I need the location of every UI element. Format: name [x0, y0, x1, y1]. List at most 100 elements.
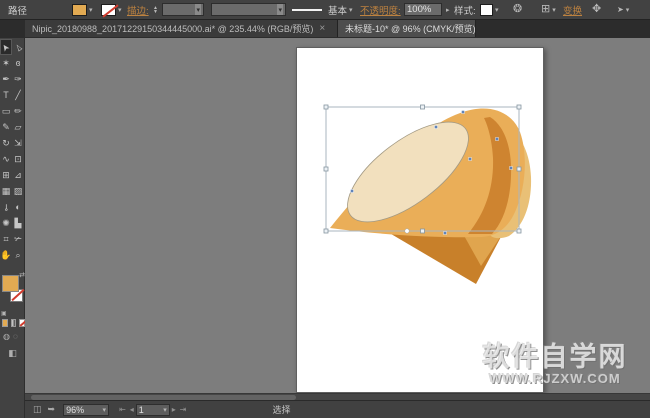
- object-type-label: 路径: [8, 3, 27, 17]
- chevron-down-icon[interactable]: ▾: [277, 4, 283, 15]
- opacity-panel-link[interactable]: 不透明度:: [360, 3, 401, 17]
- status-bar-icon-1[interactable]: ◫: [33, 404, 42, 415]
- perspective-grid-tool[interactable]: ⊿: [12, 167, 24, 183]
- next-artboard-icon[interactable]: ▸: [172, 405, 176, 414]
- shape-builder-tool[interactable]: ⊞: [0, 167, 12, 183]
- default-fill-stroke-icon[interactable]: ▣: [1, 310, 7, 317]
- drawing-mode-buttons: ◍ ◌: [0, 332, 25, 341]
- previous-artboard-icon[interactable]: ◂: [130, 405, 134, 414]
- first-artboard-icon[interactable]: ⇤: [119, 405, 126, 414]
- stroke-panel-link[interactable]: 描边:: [127, 3, 149, 17]
- opacity-stepper-icon[interactable]: ▸: [446, 6, 450, 14]
- hand-tool[interactable]: ✋: [0, 247, 12, 263]
- document-tab-active[interactable]: 未标题-10* @ 96% (CMYK/预览) ×: [338, 20, 476, 37]
- eyedropper-tool-icon: ⊸: [0, 203, 11, 211]
- gradient-button[interactable]: [11, 319, 17, 327]
- arrange-documents-icon[interactable]: ✥: [592, 3, 601, 16]
- last-artboard-icon[interactable]: ⇥: [180, 405, 187, 414]
- fill-color-swatch[interactable]: [72, 4, 87, 16]
- direct-selection-tool[interactable]: ▻: [12, 39, 24, 55]
- control-bar: 路径 ▾ ▾ 描边: ▲▼ ▾ ▾ 基本 ▾ 不透明度: 100% ▸: [0, 0, 650, 20]
- free-transform-tool[interactable]: ⊡: [12, 151, 24, 167]
- chevron-down-icon[interactable]: ▾: [349, 6, 353, 14]
- pencil-tool-icon: ✎: [2, 122, 10, 133]
- width-profile-dropdown[interactable]: ▾: [211, 3, 286, 16]
- pencil-tool[interactable]: ✎: [0, 119, 12, 135]
- color-button[interactable]: [2, 319, 8, 327]
- align-icon[interactable]: ⊞: [541, 3, 550, 16]
- brush-stroke-preview: [292, 9, 322, 11]
- column-graph-tool[interactable]: ▙: [12, 215, 24, 231]
- chevron-down-icon[interactable]: ▾: [626, 6, 630, 14]
- rotate-tool-icon: ↻: [2, 138, 10, 149]
- chevron-down-icon[interactable]: ▾: [103, 406, 107, 414]
- eyedropper-tool[interactable]: ⊸: [0, 199, 12, 215]
- brush-definition-dropdown[interactable]: 基本 ▾: [328, 3, 353, 16]
- status-bar-icon-2[interactable]: ➥: [48, 404, 56, 415]
- draw-behind-icon[interactable]: ◌: [13, 332, 18, 341]
- curvature-tool[interactable]: ✑: [12, 71, 24, 87]
- column-graph-tool-icon: ▙: [15, 218, 22, 229]
- style-picker[interactable]: ▾: [480, 3, 499, 16]
- symbol-sprayer-tool[interactable]: ✺: [0, 215, 12, 231]
- selection-options-dropdown[interactable]: ➤ ▾: [617, 3, 629, 16]
- width-tool[interactable]: ∿: [0, 151, 12, 167]
- chevron-down-icon[interactable]: ▾: [118, 6, 122, 14]
- rotate-tool[interactable]: ↻: [0, 135, 12, 151]
- document-tab-inactive[interactable]: Nipic_20180988_20171229150344445000.ai* …: [25, 20, 338, 37]
- perspective-grid-tool-icon: ⊿: [14, 170, 22, 181]
- lasso-tool[interactable]: ɞ: [12, 55, 24, 71]
- fill-color-picker[interactable]: ▾: [72, 3, 93, 16]
- stroke-weight-stepper[interactable]: ▲▼: [153, 3, 158, 16]
- cursor-icon[interactable]: ➤: [617, 3, 624, 16]
- chevron-down-icon[interactable]: ▾: [163, 406, 167, 414]
- blend-tool-icon: ◐: [15, 202, 20, 212]
- zoom-tool[interactable]: ⌕: [12, 247, 24, 263]
- line-segment-tool-icon: ╱: [15, 90, 20, 101]
- slice-tool[interactable]: ✃: [12, 231, 24, 247]
- chevron-down-icon[interactable]: ▾: [495, 6, 499, 14]
- chevron-down-icon[interactable]: ▾: [552, 6, 556, 14]
- type-tool[interactable]: T: [0, 87, 12, 103]
- pen-tool[interactable]: ✒: [0, 71, 12, 87]
- transform-panel-link[interactable]: 变换: [563, 3, 582, 17]
- scale-tool-icon: ⇲: [14, 138, 22, 149]
- artboard-tool[interactable]: ⌗: [0, 231, 12, 247]
- blend-tool[interactable]: ◐: [12, 199, 24, 215]
- screen-mode-icon[interactable]: ◧: [8, 348, 17, 358]
- stroke-color-picker[interactable]: ▾: [101, 3, 122, 16]
- watermark: 软件自学网 WWW.RJZXW.COM: [466, 342, 644, 386]
- gradient-tool[interactable]: ▨: [12, 183, 24, 199]
- zoom-level-dropdown[interactable]: 96% ▾: [63, 404, 109, 416]
- rectangle-tool[interactable]: ▭: [0, 103, 12, 119]
- current-tool-status: 选择: [273, 403, 291, 416]
- paint-style-buttons: [0, 319, 25, 327]
- opacity-field[interactable]: 100%: [404, 3, 442, 16]
- free-transform-tool-icon: ⊡: [14, 154, 22, 165]
- recolor-artwork-icon[interactable]: ❂: [513, 3, 522, 16]
- artboard-number-dropdown[interactable]: 1 ▾: [136, 404, 170, 416]
- style-swatch[interactable]: [480, 4, 493, 16]
- direct-selection-tool-icon: ▻: [12, 41, 25, 53]
- close-icon[interactable]: ×: [319, 23, 325, 34]
- chevron-down-icon[interactable]: ▾: [89, 6, 93, 14]
- stroke-color-swatch[interactable]: [101, 4, 116, 16]
- mesh-tool[interactable]: ▦: [0, 183, 12, 199]
- pen-tool-icon: ✒: [2, 74, 10, 85]
- align-dropdown[interactable]: ⊞ ▾: [541, 3, 556, 16]
- selection-tool[interactable]: ➤: [0, 39, 12, 55]
- eraser-tool[interactable]: ▱: [12, 119, 24, 135]
- magic-wand-tool[interactable]: ✶: [0, 55, 12, 71]
- canvas-area[interactable]: 软件自学网 WWW.RJZXW.COM: [25, 38, 650, 401]
- chevron-down-icon[interactable]: ▾: [195, 4, 201, 15]
- type-tool-icon: T: [3, 90, 9, 100]
- illustrator-window: 路径 ▾ ▾ 描边: ▲▼ ▾ ▾ 基本 ▾ 不透明度: 100% ▸: [0, 0, 650, 418]
- scale-tool[interactable]: ⇲: [12, 135, 24, 151]
- line-segment-tool[interactable]: ╱: [12, 87, 24, 103]
- draw-normal-icon[interactable]: ◍: [3, 332, 10, 341]
- paintbrush-tool[interactable]: ✏: [12, 103, 24, 119]
- stroke-weight-dropdown[interactable]: ▾: [162, 3, 204, 16]
- toolbar-fill-swatch[interactable]: [2, 275, 19, 292]
- paintbrush-tool-icon: ✏: [14, 106, 22, 117]
- curvature-tool-icon: ✑: [14, 74, 22, 85]
